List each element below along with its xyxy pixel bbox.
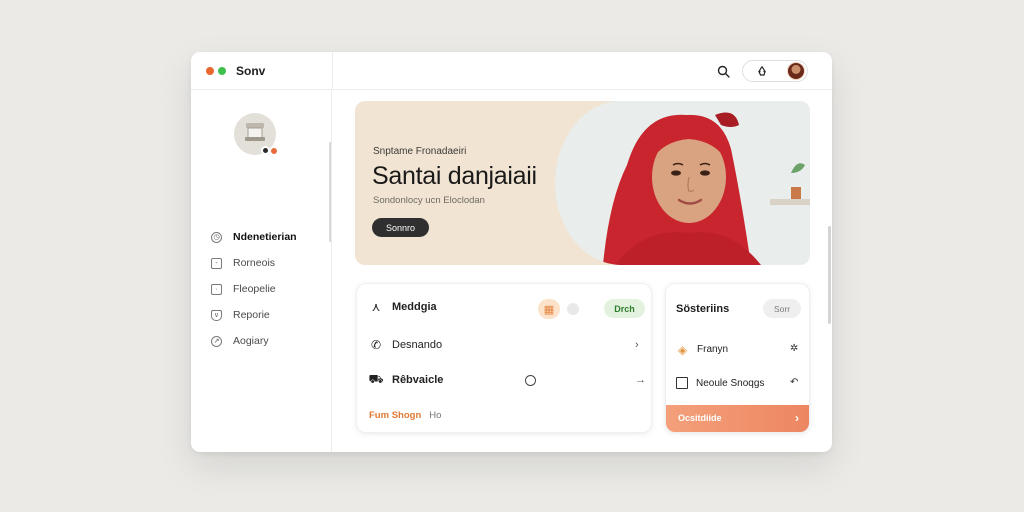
window-controls (206, 67, 226, 75)
card-action-button[interactable]: Sorr (763, 299, 801, 318)
list-item[interactable]: ⋏ Meddgia (369, 300, 437, 314)
chevron-right-icon[interactable]: › (635, 339, 639, 351)
sidebar-item-label: Fleopelie (233, 283, 276, 295)
hero-photo (555, 101, 810, 265)
footer-link-label: Fum Shogn (369, 410, 422, 421)
sidebar-item-label: Rorneois (233, 257, 276, 269)
hero-cta-button[interactable]: Sonnro (372, 218, 429, 237)
app-title: Sonv (236, 64, 266, 78)
maximize-dot[interactable] (218, 67, 226, 75)
list-item[interactable]: Neoule Snoqgs (676, 377, 764, 389)
user-avatar[interactable] (787, 62, 805, 80)
sidebar: ◷ Ndenetierian - Rorneois · Fleopelie v … (191, 90, 332, 452)
arrow-right-icon[interactable]: → (635, 374, 646, 386)
user-menu-pill[interactable] (742, 60, 808, 82)
fork-icon: ⋏ (371, 300, 381, 314)
tag-icon: ◈ (677, 342, 688, 357)
title-bar: Sonv (191, 52, 832, 90)
gift-icon[interactable]: ▦ (538, 299, 560, 319)
list-item[interactable]: ✆ Desnando (369, 338, 442, 352)
sidebar-scrollbar[interactable] (329, 142, 331, 242)
list-item-label: Meddgia (392, 301, 437, 313)
window-scrollbar[interactable] (828, 226, 831, 324)
sparkle-icon[interactable]: ✲ (790, 343, 798, 354)
card-title: Sösteriins (676, 303, 730, 315)
sidebar-item-aogiary[interactable]: ↗ Aogiary (211, 332, 269, 350)
close-dot[interactable] (206, 67, 214, 75)
compass-icon: ↗ (211, 335, 222, 347)
car-icon: ⛟ (368, 372, 384, 386)
search-icon (717, 65, 730, 78)
list-item-label: Desnando (392, 339, 443, 351)
chevron-icon[interactable]: ↶ (790, 377, 798, 388)
sidebar-item-reporie[interactable]: v Reporie (211, 306, 270, 324)
hero-eyebrow: Snptame Fronadaeiri (373, 146, 467, 157)
search-button[interactable] (715, 63, 731, 79)
settings-card: Sösteriins Sorr ◈ Franyn ✲ Neoule Snoqgs… (665, 283, 810, 433)
list-item-label: Rêbvaicle (392, 374, 444, 386)
sidebar-item-ndenetierian[interactable]: ◷ Ndenetierian (211, 228, 297, 246)
sidebar-item-rorneois[interactable]: - Rorneois (211, 254, 275, 272)
hero-banner: Snptame Fronadaeiri Santai danjaiaii Son… (355, 101, 810, 265)
woman-portrait-image (555, 101, 810, 265)
actions-card: ⋏ Meddgia ▦ Drch ✆ Desnando › ⛟ Rêbvaicl… (356, 283, 652, 433)
hero-title: Santai danjaiaii (372, 162, 537, 190)
hero-subtitle: Sondonlocy ucn Eloclodan (373, 195, 485, 206)
checkbox-icon[interactable] (676, 377, 688, 389)
sidebar-item-label: Ndenetierian (233, 231, 297, 243)
list-item-label: Neoule Snoqgs (696, 377, 765, 389)
footer-link[interactable]: Fum Shogn Ho (369, 410, 441, 421)
status-badge[interactable]: Drch (604, 299, 645, 318)
phone-icon: ✆ (370, 338, 382, 352)
footer-link-count: Ho (429, 410, 442, 421)
list-item[interactable]: ⛟ Rêbvaicle (368, 372, 444, 387)
avatar-notification-badge (269, 146, 279, 156)
chevron-right-icon: › (795, 411, 799, 425)
app-window: Sonv ◷ Ndenetierian - Rorneois · Fleopel… (191, 52, 832, 452)
list-item-label: Franyn (697, 344, 729, 355)
radio-icon[interactable] (525, 375, 536, 386)
shield-icon: v (211, 309, 222, 321)
status-dot (567, 303, 579, 315)
sidebar-item-label: Reporie (233, 309, 270, 321)
box-icon: · (211, 283, 222, 295)
sidebar-item-fleopelie[interactable]: · Fleopelie (211, 280, 276, 298)
sidebar-item-label: Aogiary (233, 335, 269, 347)
list-item[interactable]: ◈ Franyn (676, 342, 729, 357)
card-footer-button[interactable]: Ocsitdiide › (666, 405, 809, 432)
footer-label: Ocsitdiide (678, 413, 722, 423)
clock-icon: ◷ (211, 231, 222, 243)
title-divider (332, 52, 333, 90)
recycle-icon (757, 66, 767, 76)
box-icon: - (211, 257, 222, 269)
